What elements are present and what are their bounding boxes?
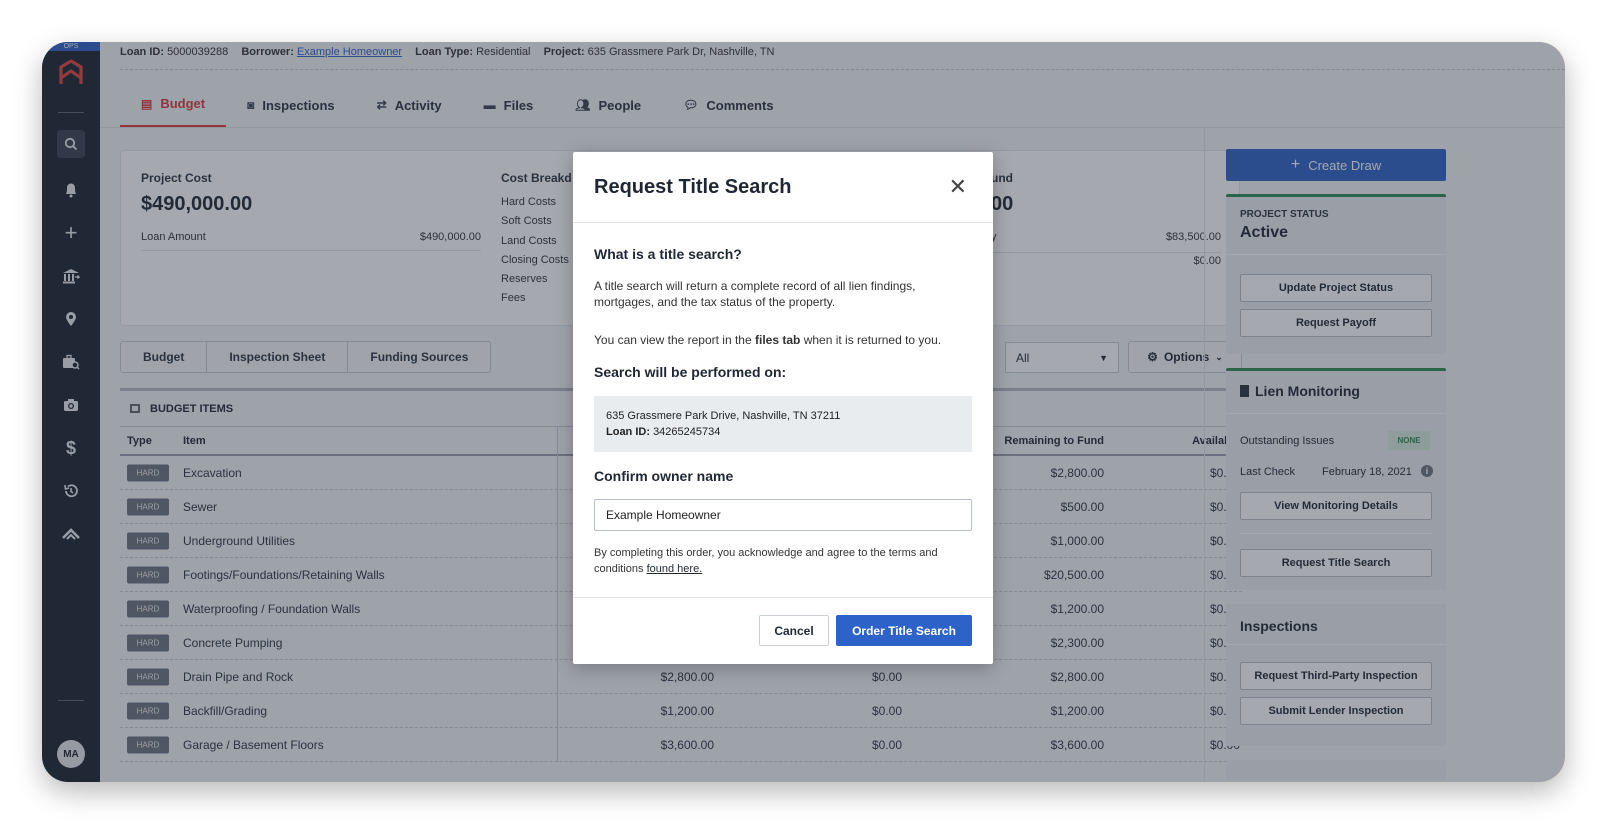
search-address: 635 Grassmere Park Drive, Nashville, TN … [606, 410, 841, 422]
loan-id-label: Loan ID: [606, 426, 650, 438]
files-tab-ref: files tab [755, 333, 801, 347]
modal-title: Request Title Search [594, 176, 792, 198]
what-heading: What is a title search? [594, 246, 742, 262]
terms-copy: By completing this order, you acknowledg… [594, 547, 938, 575]
terms-link[interactable]: found here. [647, 563, 703, 575]
close-icon[interactable]: ✕ [949, 174, 967, 200]
cancel-button[interactable]: Cancel [759, 615, 829, 646]
request-title-search-modal: Request Title Search ✕ What is a title s… [573, 152, 993, 664]
terms-text: By completing this order, you acknowledg… [594, 545, 974, 577]
owner-name-input[interactable] [594, 499, 972, 531]
files-note-pre: You can view the report in the [594, 333, 755, 347]
what-text: A title search will return a complete re… [594, 279, 916, 309]
search-address-box: 635 Grassmere Park Drive, Nashville, TN … [594, 396, 972, 452]
order-title-search-button[interactable]: Order Title Search [836, 615, 972, 646]
divider [573, 597, 993, 598]
files-note-post: when it is returned to you. [800, 333, 942, 347]
confirm-heading: Confirm owner name [594, 468, 734, 484]
performed-heading: Search will be performed on: [594, 364, 787, 380]
loan-id-value: 34265245734 [653, 426, 721, 438]
search-loan-id: Loan ID: 34265245734 [606, 424, 960, 440]
divider [573, 222, 993, 223]
files-note: You can view the report in the files tab… [594, 332, 974, 348]
